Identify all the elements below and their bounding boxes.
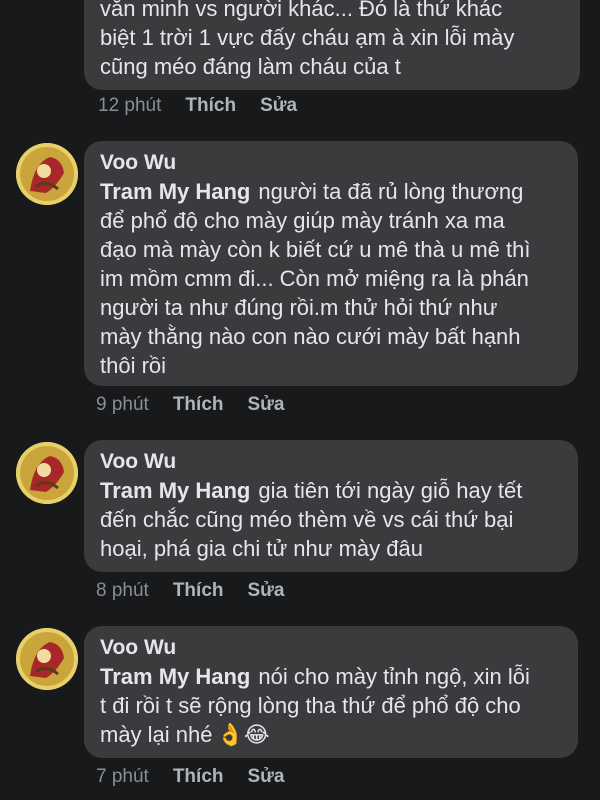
comment-actions: 9 phút Thích Sửa xyxy=(96,394,285,416)
comment-text: Tram My Hang người ta đã rủ lòng thương đ… xyxy=(100,177,562,380)
avatar[interactable] xyxy=(16,628,78,690)
avatar-image xyxy=(16,628,78,690)
comment-body: người ta đã rủ lòng thương để phổ độ cho… xyxy=(100,179,531,378)
comment-text: Tram My Hang nói cho mày tỉnh ngộ, xin lỗ… xyxy=(100,662,562,749)
avatar-image xyxy=(16,143,78,205)
avatar-image xyxy=(16,442,78,504)
edit-button[interactable]: Sửa xyxy=(248,394,285,416)
edit-button[interactable]: Sửa xyxy=(260,95,297,117)
comment-bubble: Voo Wu Tram My Hang nói cho mày tỉnh ngộ,… xyxy=(84,626,578,758)
comment-actions: 12 phút Thích Sửa xyxy=(98,95,297,117)
mention-link[interactable]: Tram My Hang xyxy=(100,179,250,204)
mention-link[interactable]: Tram My Hang xyxy=(100,664,250,689)
comment-bubble: Voo Wu Tram My Hang gia tiên tới ngày giỗ… xyxy=(84,440,578,572)
avatar[interactable] xyxy=(16,143,78,205)
comment-author[interactable]: Voo Wu xyxy=(100,448,562,476)
comment-bubble: văn minh vs người khác... Đó là thứ khác… xyxy=(84,0,580,90)
comment-author[interactable]: Voo Wu xyxy=(100,634,562,662)
comment-actions: 8 phút Thích Sửa xyxy=(96,580,285,602)
like-button[interactable]: Thích xyxy=(185,95,236,117)
emoji: 👌😂 xyxy=(216,722,270,747)
comment-actions: 7 phút Thích Sửa xyxy=(96,766,285,788)
like-button[interactable]: Thích xyxy=(173,766,224,788)
comment-time: 7 phút xyxy=(96,766,149,787)
comment-text: Tram My Hang gia tiên tới ngày giỗ hay tế… xyxy=(100,476,562,563)
comment-bubble: Voo Wu Tram My Hang người ta đã rủ lòng t… xyxy=(84,141,578,386)
edit-button[interactable]: Sửa xyxy=(248,580,285,602)
comment-time: 9 phút xyxy=(96,394,149,415)
avatar[interactable] xyxy=(16,442,78,504)
comment-author[interactable]: Voo Wu xyxy=(100,149,562,177)
mention-link[interactable]: Tram My Hang xyxy=(100,478,250,503)
comment-time: 8 phút xyxy=(96,580,149,601)
comment-text: văn minh vs người khác... Đó là thứ khác… xyxy=(100,0,515,79)
edit-button[interactable]: Sửa xyxy=(248,766,285,788)
like-button[interactable]: Thích xyxy=(173,580,224,602)
comment-time: 12 phút xyxy=(98,95,162,116)
like-button[interactable]: Thích xyxy=(173,394,224,416)
